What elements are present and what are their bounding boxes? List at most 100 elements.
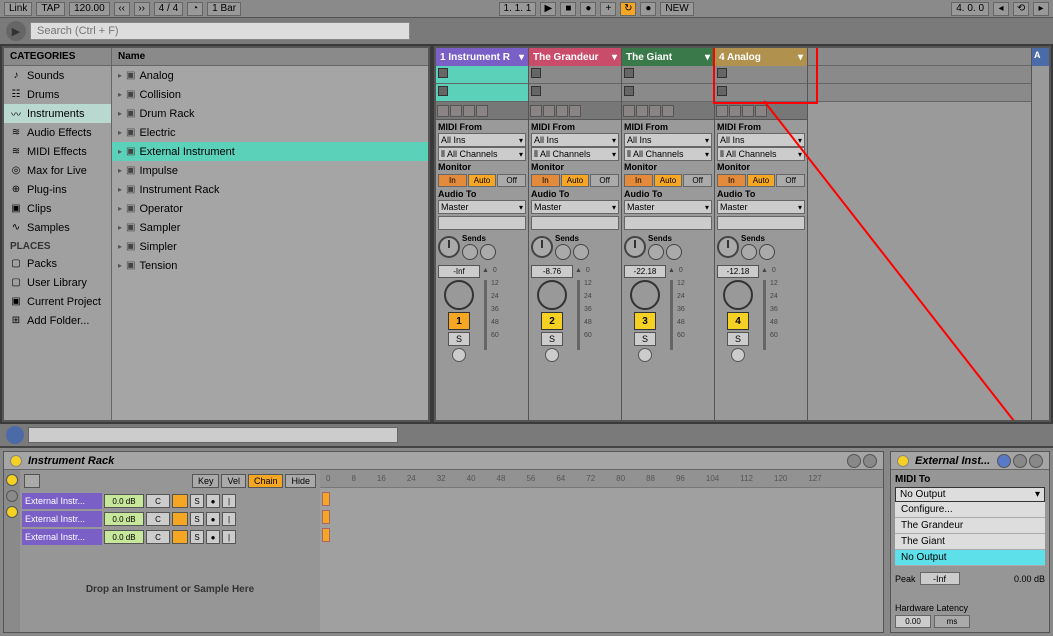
volume-display[interactable]: -22.18 <box>624 265 666 278</box>
device-strip[interactable] <box>622 102 714 120</box>
new-button[interactable]: NEW <box>660 2 693 16</box>
track-activator[interactable]: 3 <box>634 312 656 330</box>
track-header[interactable]: The Giant ▾ <box>622 48 714 66</box>
track-header[interactable]: 1 Instrument R ▾ <box>436 48 528 66</box>
chain-name[interactable]: External Instr... <box>22 511 102 527</box>
expand-icon[interactable]: ▸ <box>118 185 122 194</box>
monitor-auto[interactable]: Auto <box>747 174 776 187</box>
clip-slot[interactable] <box>529 66 621 84</box>
chain-solo[interactable]: S <box>190 512 204 526</box>
nudge-up-icon[interactable]: ›› <box>134 2 150 16</box>
track-name-field[interactable] <box>531 216 619 230</box>
hot-swap-icon[interactable] <box>847 454 861 468</box>
solo-button[interactable]: S <box>634 332 656 346</box>
play-icon[interactable]: ▶ <box>540 2 556 16</box>
ext-title-bar[interactable]: External Inst... <box>891 452 1049 470</box>
midi-channel-select[interactable]: ⦀ All Channels <box>624 147 712 161</box>
category-plug-ins[interactable]: ⊕Plug-ins <box>4 180 111 199</box>
category-audio-effects[interactable]: ≋Audio Effects <box>4 123 111 142</box>
monitor-auto[interactable]: Auto <box>654 174 683 187</box>
loop-position[interactable]: 4. 0. 0 <box>951 2 989 16</box>
browser-item[interactable]: ▸▣Instrument Rack <box>112 180 428 199</box>
arm-button[interactable] <box>545 348 559 362</box>
category-midi-effects[interactable]: ≋MIDI Effects <box>4 142 111 161</box>
session-record-icon[interactable]: ● <box>640 2 656 16</box>
punch-out-icon[interactable]: ▸ <box>1033 2 1049 16</box>
overdub-icon[interactable]: + <box>600 2 616 16</box>
send-b-knob[interactable] <box>480 244 496 260</box>
tempo-field[interactable]: 120.00 <box>69 2 110 16</box>
send-b-knob[interactable] <box>759 244 775 260</box>
midi-from-select[interactable]: All Ins <box>438 133 526 147</box>
volume-knob[interactable] <box>537 280 567 310</box>
ext-hand-icon[interactable] <box>997 454 1011 468</box>
place-add-folder-[interactable]: ⊞Add Folder... <box>4 311 111 330</box>
arm-button[interactable] <box>452 348 466 362</box>
browser-item[interactable]: ▸▣Collision <box>112 85 428 104</box>
browser-item[interactable]: ▸▣Electric <box>112 123 428 142</box>
clip-slot[interactable] <box>529 84 621 102</box>
clip-slot[interactable] <box>622 66 714 84</box>
return-track-a[interactable]: A <box>1032 48 1049 66</box>
expand-icon[interactable]: ▸ <box>118 71 122 80</box>
chain-solo[interactable]: S <box>190 494 204 508</box>
track-activator[interactable]: 1 <box>448 312 470 330</box>
link-button[interactable]: Link <box>4 2 32 16</box>
monitor-off[interactable]: Off <box>590 174 619 187</box>
volume-display[interactable]: -Inf <box>438 265 480 278</box>
device-strip[interactable] <box>715 102 807 120</box>
hide-tab[interactable]: Hide <box>285 474 316 488</box>
solo-button[interactable]: S <box>727 332 749 346</box>
record-icon[interactable]: ● <box>580 2 596 16</box>
chain-volume[interactable]: 0.0 dB <box>104 530 144 544</box>
audio-to-select[interactable]: Master <box>717 200 805 214</box>
position-display[interactable]: 1. 1. 1 <box>499 2 537 16</box>
volume-display[interactable]: -8.76 <box>531 265 573 278</box>
midi-channel-select[interactable]: ⦀ All Channels <box>531 147 619 161</box>
volume-display[interactable]: -12.18 <box>717 265 759 278</box>
search-input[interactable] <box>30 22 410 40</box>
expand-icon[interactable]: ▸ <box>118 223 122 232</box>
audio-to-select[interactable]: Master <box>624 200 712 214</box>
expand-icon[interactable]: ▸ <box>118 128 122 137</box>
chain-pan[interactable]: C <box>146 530 170 544</box>
volume-knob[interactable] <box>444 280 474 310</box>
monitor-off[interactable]: Off <box>683 174 712 187</box>
monitor-auto[interactable]: Auto <box>561 174 590 187</box>
status-field[interactable] <box>28 427 398 443</box>
show-macros-icon[interactable] <box>6 474 18 486</box>
quantize-menu[interactable]: 1 Bar <box>207 2 241 16</box>
browser-item[interactable]: ▸▣External Instrument <box>112 142 428 161</box>
chain-row[interactable]: External Instr...0.0 dBCS●| <box>20 492 320 510</box>
pan-knob[interactable] <box>717 236 739 258</box>
device-strip[interactable] <box>529 102 621 120</box>
time-signature[interactable]: 4 / 4 <box>154 2 183 16</box>
rack-title-bar[interactable]: Instrument Rack <box>4 452 883 470</box>
auto-select-icon[interactable] <box>24 474 40 488</box>
browser-item[interactable]: ▸▣Operator <box>112 199 428 218</box>
drop-area[interactable]: Drop Files and Devices Here <box>808 48 1031 420</box>
chain-row[interactable]: External Instr...0.0 dBCS●| <box>20 510 320 528</box>
clip-slot[interactable] <box>622 84 714 102</box>
ext-hotswap-icon[interactable] <box>1013 454 1027 468</box>
send-a-knob[interactable] <box>555 244 571 260</box>
preview-icon[interactable]: ▶ <box>6 21 26 41</box>
expand-icon[interactable]: ▸ <box>118 166 122 175</box>
track-activator[interactable]: 2 <box>541 312 563 330</box>
solo-button[interactable]: S <box>541 332 563 346</box>
midi-option[interactable]: The Grandeur <box>895 518 1045 534</box>
device-on-icon[interactable] <box>10 455 22 467</box>
ext-save-icon[interactable] <box>1029 454 1043 468</box>
monitor-auto[interactable]: Auto <box>468 174 497 187</box>
send-b-knob[interactable] <box>666 244 682 260</box>
clip-slot[interactable] <box>436 84 528 102</box>
track-name-field[interactable] <box>717 216 805 230</box>
monitor-in[interactable]: In <box>438 174 467 187</box>
chain-solo[interactable]: S <box>190 530 204 544</box>
save-preset-icon[interactable] <box>863 454 877 468</box>
midi-option[interactable]: No Output <box>895 550 1045 566</box>
clip-slot[interactable] <box>436 66 528 84</box>
track-activator[interactable]: 4 <box>727 312 749 330</box>
monitor-in[interactable]: In <box>531 174 560 187</box>
monitor-in[interactable]: In <box>717 174 746 187</box>
